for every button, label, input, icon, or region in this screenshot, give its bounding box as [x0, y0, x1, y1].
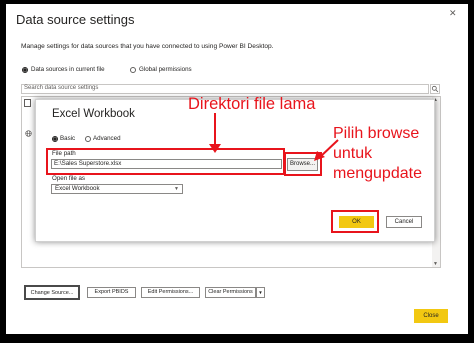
- dialog-description: Manage settings for data sources that yo…: [21, 43, 274, 50]
- radio-basic[interactable]: [52, 136, 58, 142]
- clear-permissions-button[interactable]: Clear Permissions: [205, 287, 256, 298]
- export-pbids-button[interactable]: Export PBIDS: [87, 287, 136, 298]
- radio-global-permissions[interactable]: [130, 67, 136, 73]
- annotation-old-directory: Direktori file lama: [188, 95, 316, 113]
- cancel-button[interactable]: Cancel: [386, 216, 422, 228]
- annotation-browse-line2: untuk: [333, 145, 373, 162]
- radio-current-file-label: Data sources in current file: [31, 66, 105, 73]
- radio-current-file[interactable]: [22, 67, 28, 73]
- open-as-select[interactable]: Excel Workbook ▼: [51, 184, 183, 194]
- open-as-label: Open file as: [52, 175, 86, 182]
- file-icon: [24, 99, 31, 107]
- annotation-browse-line1: Pilih browse: [333, 125, 420, 142]
- chevron-down-icon: ▼: [174, 186, 179, 192]
- edit-permissions-button[interactable]: Edit Permissions...: [141, 287, 200, 298]
- file-path-highlight: [46, 148, 285, 175]
- close-button[interactable]: Close: [414, 309, 448, 323]
- modal-title: Excel Workbook: [52, 108, 135, 120]
- radio-advanced-label: Advanced: [93, 135, 121, 142]
- search-placeholder: Search data source settings: [24, 85, 99, 91]
- globe-icon: [25, 124, 32, 142]
- open-as-value: Excel Workbook: [55, 185, 100, 192]
- chevron-down-icon: ▼: [258, 290, 263, 295]
- arrow-to-path-icon: [209, 113, 221, 153]
- dialog-title: Data source settings: [16, 12, 135, 27]
- scroll-down-icon[interactable]: ▼: [433, 261, 438, 267]
- radio-basic-label: Basic: [60, 135, 76, 142]
- search-icon: [431, 85, 439, 93]
- close-icon[interactable]: ✕: [449, 8, 457, 19]
- radio-advanced[interactable]: [85, 136, 91, 142]
- annotation-browse-line3: mengupdate: [333, 165, 422, 182]
- radio-global-permissions-label: Global permissions: [139, 66, 192, 73]
- change-source-button[interactable]: Change Source...: [24, 285, 80, 300]
- ok-highlight: [331, 210, 379, 233]
- clear-permissions-dropdown[interactable]: ▼: [256, 287, 265, 298]
- search-button[interactable]: [430, 84, 440, 94]
